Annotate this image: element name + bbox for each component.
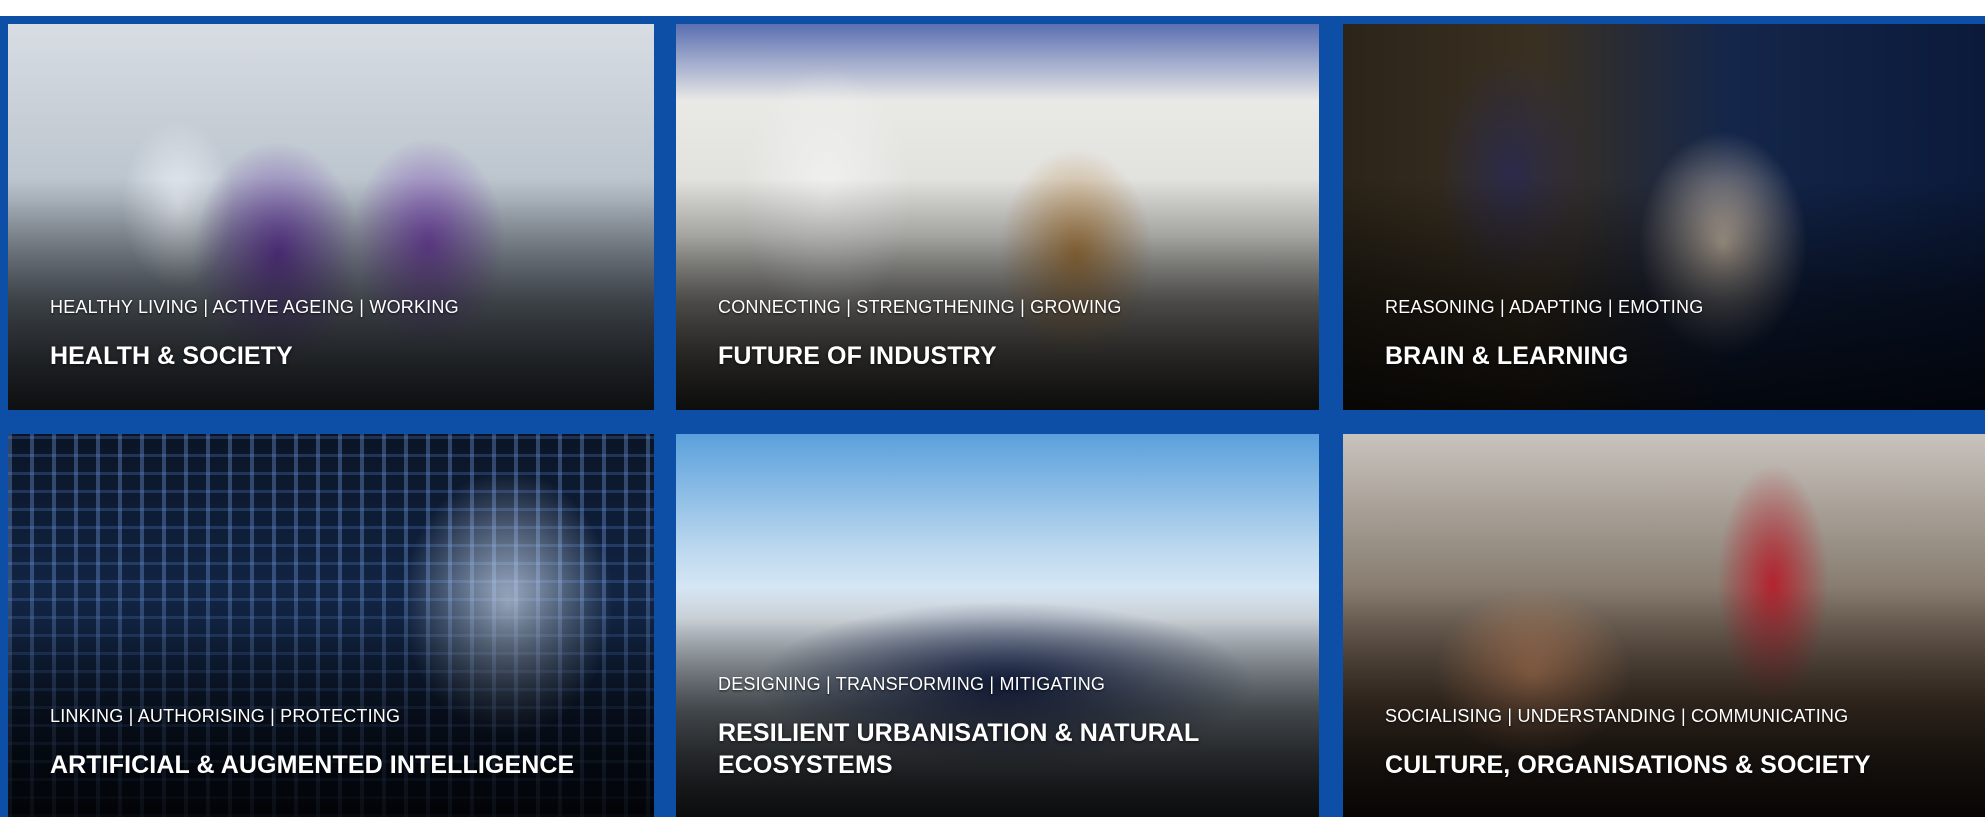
tile-caption: SOCIALISING | UNDERSTANDING | COMMUNICAT… xyxy=(1385,706,1955,781)
tile-tags: DESIGNING | TRANSFORMING | MITIGATING xyxy=(718,674,1106,694)
tile-caption: DESIGNING | TRANSFORMING | MITIGATING RE… xyxy=(718,674,1289,781)
tile-title: ARTIFICIAL & AUGMENTED INTELLIGENCE xyxy=(50,751,575,779)
tile-caption: REASONING | ADAPTING | EMOTING BRAIN & L… xyxy=(1385,297,1955,372)
tile-caption: CONNECTING | STRENGTHENING | GROWING FUT… xyxy=(718,297,1289,372)
tile-title: RESILIENT URBANISATION & NATURAL ECOSYST… xyxy=(718,719,1199,779)
tile-culture-organisations-society[interactable]: SOCIALISING | UNDERSTANDING | COMMUNICAT… xyxy=(1343,434,1985,817)
tile-future-of-industry[interactable]: CONNECTING | STRENGTHENING | GROWING FUT… xyxy=(676,24,1319,410)
tile-title: CULTURE, ORGANISATIONS & SOCIETY xyxy=(1385,751,1871,779)
tile-resilient-urbanisation[interactable]: DESIGNING | TRANSFORMING | MITIGATING RE… xyxy=(676,434,1319,817)
tile-title: FUTURE OF INDUSTRY xyxy=(718,342,997,370)
tile-brain-learning[interactable]: REASONING | ADAPTING | EMOTING BRAIN & L… xyxy=(1343,24,1985,410)
tile-caption: HEALTHY LIVING | ACTIVE AGEING | WORKING… xyxy=(50,297,624,372)
tile-tags: LINKING | AUTHORISING | PROTECTING xyxy=(50,706,401,726)
research-themes-grid: HEALTHY LIVING | ACTIVE AGEING | WORKING… xyxy=(0,16,1985,817)
page: HEALTHY LIVING | ACTIVE AGEING | WORKING… xyxy=(0,0,1985,817)
tile-tags: HEALTHY LIVING | ACTIVE AGEING | WORKING xyxy=(50,297,459,317)
tile-caption: LINKING | AUTHORISING | PROTECTING ARTIF… xyxy=(50,706,624,781)
tile-health-society[interactable]: HEALTHY LIVING | ACTIVE AGEING | WORKING… xyxy=(8,24,654,410)
tile-tags: REASONING | ADAPTING | EMOTING xyxy=(1385,297,1704,317)
tile-tags: CONNECTING | STRENGTHENING | GROWING xyxy=(718,297,1122,317)
tile-title: HEALTH & SOCIETY xyxy=(50,342,293,370)
tile-artificial-augmented-intelligence[interactable]: LINKING | AUTHORISING | PROTECTING ARTIF… xyxy=(8,434,654,817)
tile-tags: SOCIALISING | UNDERSTANDING | COMMUNICAT… xyxy=(1385,706,1849,726)
tile-title: BRAIN & LEARNING xyxy=(1385,342,1629,370)
